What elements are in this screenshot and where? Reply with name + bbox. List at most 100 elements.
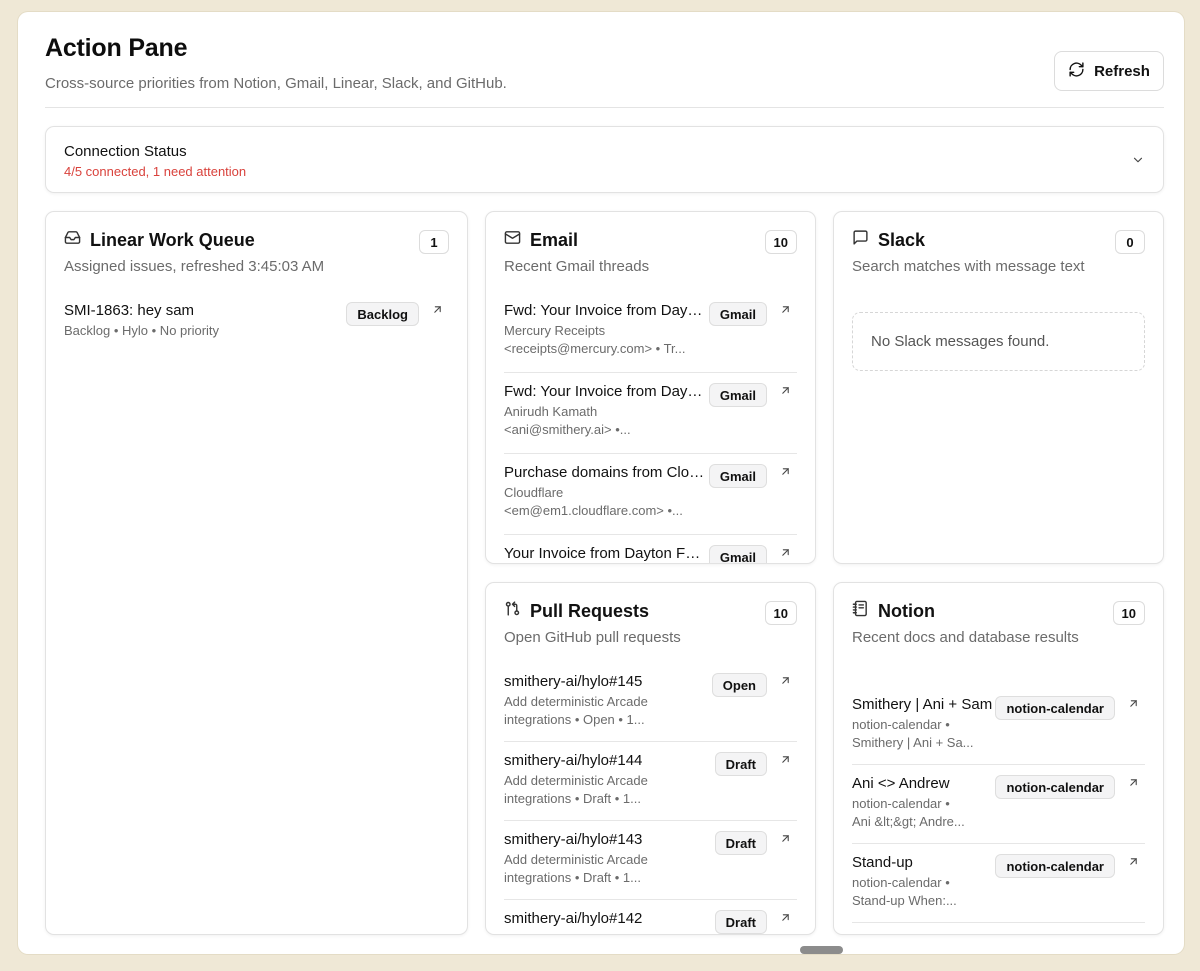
app-window: Action Pane Cross-source priorities from… — [18, 12, 1184, 954]
list-item[interactable]: smithery-ai/hylo#143 Add deterministic A… — [504, 821, 797, 900]
external-link-icon[interactable] — [779, 384, 792, 397]
item-meta: Add deterministic Arcade integrations • … — [504, 851, 797, 887]
chevron-down-icon[interactable] — [1131, 153, 1145, 167]
item-meta-line: notion-calendar • — [852, 796, 950, 811]
source-badge: Gmail — [708, 383, 767, 407]
item-meta-line: integrations • Open • 1... — [504, 712, 645, 727]
card-title: Email — [530, 229, 579, 250]
card-title: Slack — [878, 229, 926, 250]
header-divider — [45, 107, 1164, 108]
page-subtitle: Cross-source priorities from Notion, Gma… — [45, 75, 507, 92]
list-item[interactable]: Purchase domains from Cloudflare Cloudfl… — [504, 454, 797, 535]
mail-icon — [504, 229, 521, 251]
external-link-icon[interactable] — [779, 303, 792, 316]
email-card: Email Recent Gmail threads 10 Fwd: Your … — [485, 211, 816, 564]
source-badge: notion-calendar — [995, 775, 1115, 799]
external-link-icon[interactable] — [1127, 855, 1140, 868]
list-item[interactable]: Ani <> Andrew notion-calendar • Ani &lt;… — [852, 765, 1145, 844]
item-meta-line: notion-calendar • — [852, 717, 950, 732]
item-meta-line: Add deterministic Arcade — [504, 773, 648, 788]
page-title: Action Pane — [45, 34, 188, 62]
item-meta-line: <receipts@mercury.com> • Tr... — [504, 341, 686, 356]
connection-status-text: 4/5 connected, 1 need attention — [64, 164, 247, 179]
slack-card: Slack Search matches with message text 0… — [833, 211, 1164, 564]
item-meta: Add deterministic Arcade integrations • … — [504, 693, 797, 729]
item-meta-line: Add deterministic Arcade — [504, 852, 648, 867]
card-subtitle: Search matches with message text — [852, 258, 1085, 275]
item-meta-line: Smithery | Ani + Sa... — [852, 735, 974, 750]
list-item[interactable]: Smithery | Ani + Sam notion-calendar • S… — [852, 686, 1145, 765]
inbox-icon — [64, 229, 81, 251]
external-link-icon[interactable] — [1127, 776, 1140, 789]
item-meta-line: Ani &lt;&gt; Andre... — [852, 814, 965, 829]
git-pull-request-icon — [504, 600, 521, 622]
item-meta-line: <em@em1.cloudflare.com> •... — [504, 503, 683, 518]
card-title: Pull Requests — [530, 600, 650, 621]
status-badge: Draft — [714, 752, 767, 776]
list-item[interactable]: Stand-up notion-calendar • Stand-up When… — [852, 844, 1145, 923]
refresh-icon — [1068, 61, 1085, 82]
status-badge: Draft — [714, 831, 767, 855]
external-link-icon[interactable] — [779, 832, 792, 845]
count-badge: 10 — [1112, 601, 1145, 625]
window-resize-handle[interactable] — [800, 946, 843, 954]
list-item[interactable]: SMI-1863: hey sam Backlog • Hylo • No pr… — [64, 292, 449, 350]
card-subtitle: Assigned issues, refreshed 3:45:03 AM — [64, 258, 325, 275]
external-link-icon[interactable] — [1127, 697, 1140, 710]
status-badge: Open — [711, 673, 767, 697]
linear-work-queue-card: Linear Work Queue Assigned issues, refre… — [45, 211, 468, 935]
count-badge: 10 — [764, 601, 797, 625]
item-meta: notion-calendar • Smithery | Ani + Sa... — [852, 716, 1145, 752]
connection-status-panel[interactable]: Connection Status 4/5 connected, 1 need … — [45, 126, 1164, 193]
item-meta: Mercury Receipts <receipts@mercury.com> … — [504, 322, 797, 358]
item-meta-line: Cloudflare — [504, 485, 564, 500]
pull-requests-card: Pull Requests Open GitHub pull requests … — [485, 582, 816, 935]
list-item[interactable]: Fwd: Your Invoice from Dayton Freight Me… — [504, 292, 797, 373]
item-meta-line: notion-calendar • — [852, 875, 950, 890]
card-subtitle: Recent Gmail threads — [504, 258, 650, 275]
external-link-icon[interactable] — [431, 303, 444, 316]
message-square-icon — [852, 229, 869, 251]
card-title: Notion — [878, 600, 935, 621]
list-item[interactable]: smithery-ai/hylo#142 Draft — [504, 900, 797, 934]
external-link-icon[interactable] — [779, 546, 792, 559]
item-meta-line: Mercury Receipts — [504, 323, 606, 338]
status-badge: Backlog — [346, 302, 419, 326]
external-link-icon[interactable] — [779, 674, 792, 687]
list-item[interactable]: Your Invoice from Dayton Freight Gmail — [504, 535, 797, 563]
list-item[interactable]: smithery-ai/hylo#144 Add deterministic A… — [504, 742, 797, 821]
source-badge: Gmail — [708, 545, 767, 563]
refresh-button[interactable]: Refresh — [1054, 51, 1164, 91]
card-subtitle: Recent docs and database results — [852, 629, 1079, 646]
item-meta-line: Stand-up When:... — [852, 893, 957, 908]
connection-status-title: Connection Status — [64, 143, 187, 160]
item-meta: Anirudh Kamath <ani@smithery.ai> •... — [504, 403, 797, 439]
item-meta: notion-calendar • Ani &lt;&gt; Andre... — [852, 795, 1145, 831]
item-meta-line: <ani@smithery.ai> •... — [504, 422, 631, 437]
page-header: Action Pane Cross-source priorities from… — [45, 34, 1164, 108]
source-badge: Gmail — [708, 464, 767, 488]
status-badge: Draft — [714, 910, 767, 934]
item-meta-line: Anirudh Kamath — [504, 404, 598, 419]
count-badge: 1 — [419, 230, 449, 254]
count-badge: 10 — [764, 230, 797, 254]
notebook-icon — [852, 600, 869, 622]
item-meta-line: integrations • Draft • 1... — [504, 791, 641, 806]
item-meta: Add deterministic Arcade integrations • … — [504, 772, 797, 808]
notion-card: Notion Recent docs and database results … — [833, 582, 1164, 935]
card-subtitle: Open GitHub pull requests — [504, 629, 681, 646]
source-badge: Gmail — [708, 302, 767, 326]
item-meta-line: Add deterministic Arcade — [504, 694, 648, 709]
external-link-icon[interactable] — [779, 465, 792, 478]
source-badge: notion-calendar — [995, 696, 1115, 720]
external-link-icon[interactable] — [779, 911, 792, 924]
item-meta: notion-calendar • Stand-up When:... — [852, 874, 1145, 910]
external-link-icon[interactable] — [779, 753, 792, 766]
list-item[interactable]: smithery-ai/hylo#145 Add deterministic A… — [504, 663, 797, 742]
count-badge: 0 — [1115, 230, 1145, 254]
card-title: Linear Work Queue — [90, 229, 255, 250]
refresh-label: Refresh — [1094, 62, 1150, 80]
list-item[interactable] — [852, 923, 1145, 934]
list-item[interactable]: Fwd: Your Invoice from Dayton Freight An… — [504, 373, 797, 454]
item-meta: Cloudflare <em@em1.cloudflare.com> •... — [504, 484, 797, 520]
